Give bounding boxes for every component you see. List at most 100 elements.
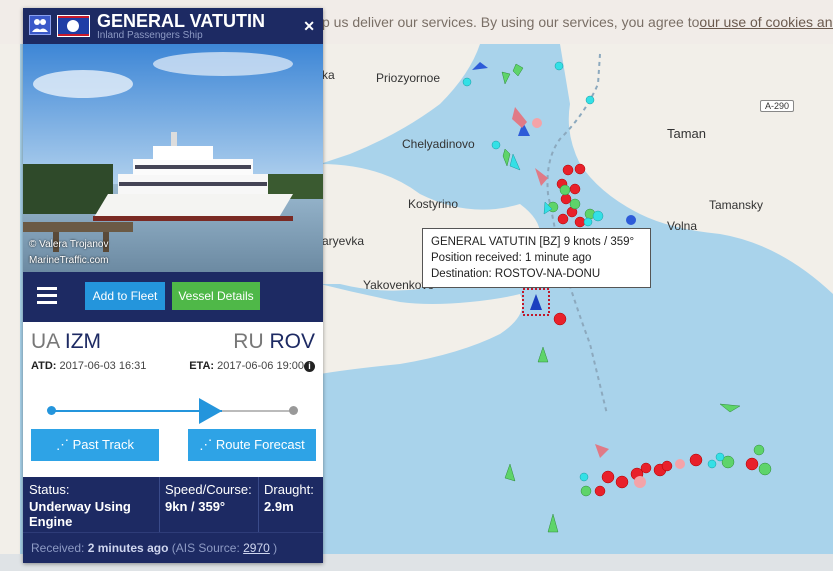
vessel-marker xyxy=(574,163,586,175)
info-icon[interactable]: i xyxy=(304,361,315,372)
close-icon[interactable]: ✕ xyxy=(303,18,315,35)
vessel-marker xyxy=(753,444,765,456)
vessel-marker xyxy=(661,460,673,472)
cookie-message: p us deliver our services. By using our … xyxy=(322,14,700,30)
vessel-marker xyxy=(675,459,685,469)
vessel-marker xyxy=(592,210,604,222)
past-track-button[interactable]: ⋰ Past Track xyxy=(31,429,159,461)
arrival-port: RU ROV xyxy=(233,330,315,353)
vessel-type: Inland Passengers Ship xyxy=(97,30,203,41)
route-times: ATD: 2017-06-03 16:31 ETA: 2017-06-06 19… xyxy=(31,360,315,372)
vessel-photo-image xyxy=(23,44,323,272)
vessel-marker xyxy=(579,472,589,482)
vessel-marker xyxy=(501,71,511,85)
user-group-icon[interactable] xyxy=(29,15,51,35)
route-position-arrow xyxy=(198,398,222,424)
menu-icon[interactable] xyxy=(37,287,57,304)
vessel-marker xyxy=(595,444,609,458)
vessel-marker xyxy=(560,193,572,205)
vessel-marker xyxy=(707,459,717,469)
vessel-marker xyxy=(601,470,615,484)
vessel-marker xyxy=(462,77,472,87)
vessel-photo[interactable]: © Valera Trojanov MarineTraffic.com xyxy=(23,44,323,272)
tooltip-line: GENERAL VATUTIN [BZ] 9 knots / 359° xyxy=(431,236,635,248)
route-progress-fill xyxy=(51,410,222,412)
vessel-marker xyxy=(715,452,725,462)
place-label: Kostyrino xyxy=(408,197,459,211)
vessel-marker xyxy=(547,513,559,533)
route-progress-bar xyxy=(51,410,295,412)
vessel-marker xyxy=(562,164,574,176)
photo-site: MarineTraffic.com xyxy=(29,255,109,266)
vessel-marker xyxy=(569,183,581,195)
route-ports: UA IZM RU ROV xyxy=(31,330,315,356)
land-southwest xyxy=(320,284,523,374)
departure-port: UA IZM xyxy=(31,330,102,353)
vessel-marker xyxy=(583,217,593,227)
vessel-details-button[interactable]: Vessel Details xyxy=(172,282,260,310)
route-section: UA IZM RU ROV ATD: 2017-06-03 16:31 ETA:… xyxy=(23,322,323,477)
received-info: Received: 2 minutes ago (AIS Source: 297… xyxy=(23,532,323,563)
place-label: Chelyadinovo xyxy=(402,137,475,151)
eta: ETA: 2017-06-06 19:00 i xyxy=(189,360,315,372)
vessel-marker xyxy=(634,476,646,488)
vessel-marker xyxy=(491,140,501,150)
photo-credit: © Valera Trojanov xyxy=(29,239,109,250)
add-to-fleet-button[interactable]: Add to Fleet xyxy=(85,282,165,310)
vessel-marker xyxy=(512,63,524,77)
status-value: Underway Using Engine xyxy=(29,499,131,529)
vessel-marker xyxy=(569,198,581,210)
vessel-panel: GENERAL VATUTIN Inland Passengers Ship ✕ xyxy=(23,8,323,563)
vessel-marker xyxy=(580,485,592,497)
panel-actions: Add to Fleet Vessel Details xyxy=(23,272,323,322)
vessel-marker xyxy=(719,403,741,413)
vessel-marker xyxy=(537,346,549,363)
place-label: Volna xyxy=(667,219,698,233)
vessel-marker xyxy=(745,457,759,471)
vessel-marker xyxy=(559,184,571,196)
selected-vessel-marker xyxy=(530,294,542,310)
route-forecast-button[interactable]: ⋰ Route Forecast xyxy=(188,429,316,461)
tooltip-line: Destination: ROSTOV-NA-DONU xyxy=(431,268,601,280)
status-bar: Status: Underway Using Engine Speed/Cour… xyxy=(23,477,323,532)
vessel-marker xyxy=(554,61,564,71)
received-time: 2 minutes ago xyxy=(87,541,169,555)
vessel-marker xyxy=(689,453,703,467)
ais-source-link[interactable]: 2970 xyxy=(243,541,270,555)
road-sign: A-290 xyxy=(760,100,795,112)
vessel-marker xyxy=(532,118,542,128)
atd: ATD: 2017-06-03 16:31 xyxy=(31,360,147,372)
vessel-marker xyxy=(557,213,569,225)
vessel-marker xyxy=(594,485,606,497)
panel-header: GENERAL VATUTIN Inland Passengers Ship ✕ xyxy=(23,8,323,44)
vessel-marker xyxy=(585,95,595,105)
route-icon: ⋰ xyxy=(199,437,216,452)
draught-column: Draught: 2.9m xyxy=(264,482,322,514)
place-label: Tamansky xyxy=(709,198,764,212)
belize-flag-icon xyxy=(57,15,90,37)
vessel-marker xyxy=(574,216,586,228)
place-label: aryevka xyxy=(322,234,365,248)
vessel-marker xyxy=(640,462,652,474)
track-icon: ⋰ xyxy=(55,437,73,452)
vessel-marker xyxy=(472,62,488,70)
speed-column: Speed/Course: 9kn / 359° xyxy=(165,482,257,514)
vessel-marker xyxy=(502,148,511,167)
vessel-marker xyxy=(509,153,521,171)
cookie-policy-link[interactable]: our use of cookies and lo xyxy=(699,14,833,30)
tooltip-line: Position received: 1 minute ago xyxy=(431,252,592,264)
speed-value: 9kn / 359° xyxy=(165,499,226,514)
vessel-marker xyxy=(626,215,636,225)
route-start-dot xyxy=(47,406,56,415)
vessel-marker xyxy=(535,168,548,186)
vessel-tooltip: GENERAL VATUTIN [BZ] 9 knots / 359° Posi… xyxy=(422,228,651,288)
status-column: Status: Underway Using Engine xyxy=(29,482,159,529)
land-far-left xyxy=(0,44,20,554)
draught-value: 2.9m xyxy=(264,499,294,514)
place-label: Priozyornoe xyxy=(376,71,441,85)
vessel-name: GENERAL VATUTIN xyxy=(97,11,266,31)
vessel-marker xyxy=(615,475,629,489)
place-label: Taman xyxy=(667,126,707,141)
vessel-marker xyxy=(758,462,772,476)
vessel-marker xyxy=(512,107,527,128)
